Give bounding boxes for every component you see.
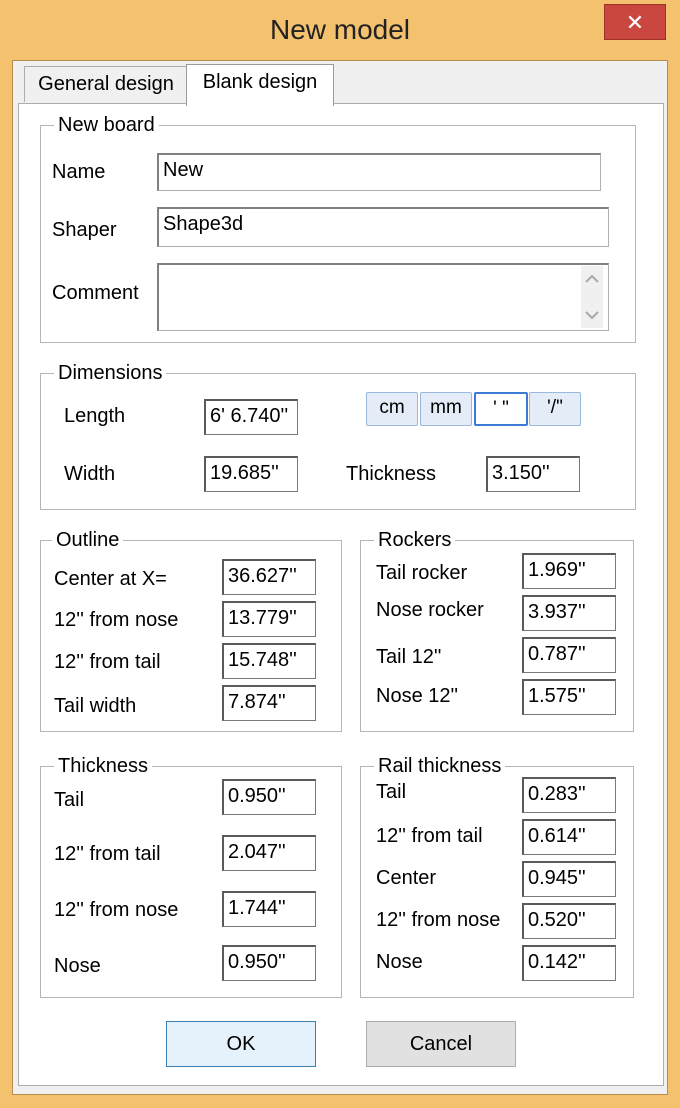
thickness-12-from-nose-field[interactable]: 1.744''	[222, 891, 316, 927]
tail-rocker-field[interactable]: 1.969''	[522, 553, 616, 589]
outline-center-field[interactable]: 36.627''	[222, 559, 316, 595]
rail-thickness-group-label: Rail thickness	[374, 755, 506, 777]
unit-cm-button[interactable]: cm	[366, 392, 418, 426]
shaper-label: Shaper	[52, 219, 117, 241]
rail-thickness-row-label: 12'' from tail	[376, 825, 483, 847]
tab-general-design[interactable]: General design	[24, 66, 188, 102]
unit-feet-fraction-button[interactable]: '/"	[529, 392, 581, 426]
thickness-row-label: 12'' from nose	[54, 899, 179, 921]
window-title: New model	[269, 14, 411, 45]
width-field[interactable]: 19.685''	[204, 456, 298, 492]
rockers-group-label: Rockers	[374, 529, 456, 551]
dimensions-group-label: Dimensions	[54, 362, 167, 384]
outline-12-from-tail-field[interactable]: 15.748''	[222, 643, 316, 679]
unit-mm-button[interactable]: mm	[420, 392, 472, 426]
tab-blank-design[interactable]: Blank design	[186, 64, 334, 106]
title-bar[interactable]: New model ✕	[0, 0, 680, 60]
name-field[interactable]: New	[157, 153, 601, 191]
rail-nose-field[interactable]: 0.142''	[522, 945, 616, 981]
rail-center-field[interactable]: 0.945''	[522, 861, 616, 897]
rail-tail-field[interactable]: 0.283''	[522, 777, 616, 813]
tail-12-field[interactable]: 0.787''	[522, 637, 616, 673]
rockers-row-label: Nose 12''	[376, 685, 459, 707]
close-button[interactable]: ✕	[604, 4, 666, 40]
dialog-window: New model ✕ General design Blank design …	[0, 0, 680, 1108]
nose-rocker-field[interactable]: 3.937''	[522, 595, 616, 631]
rail-12-from-nose-field[interactable]: 0.520''	[522, 903, 616, 939]
rail-12-from-tail-field[interactable]: 0.614''	[522, 819, 616, 855]
ok-button[interactable]: OK	[166, 1021, 316, 1067]
shaper-field[interactable]: Shape3d	[157, 207, 609, 247]
thickness-row-label: Tail	[54, 789, 85, 811]
outline-row-label: 12'' from tail	[54, 651, 161, 673]
tab-strip: General design Blank design	[18, 64, 664, 106]
thickness-tail-field[interactable]: 0.950''	[222, 779, 316, 815]
rockers-row-label: Tail 12''	[376, 646, 442, 668]
outline-12-from-nose-field[interactable]: 13.779''	[222, 601, 316, 637]
thickness-field[interactable]: 3.150''	[486, 456, 580, 492]
rail-thickness-row-label: Tail	[376, 781, 407, 803]
rockers-row-label: Tail rocker	[376, 562, 468, 584]
thickness-label: Thickness	[346, 463, 437, 485]
width-label: Width	[64, 463, 116, 485]
outline-group-label: Outline	[52, 529, 124, 551]
thickness-group-label: Thickness	[54, 755, 153, 777]
cancel-button[interactable]: Cancel	[366, 1021, 516, 1067]
outline-row-label: Tail width	[54, 695, 137, 717]
thickness-row-label: Nose	[54, 955, 101, 977]
name-label: Name	[52, 161, 106, 183]
rail-thickness-row-label: 12'' from nose	[376, 909, 501, 931]
outline-row-label: Center at X=	[54, 568, 167, 590]
rail-thickness-row-label: Nose	[376, 951, 423, 973]
thickness-row-label: 12'' from tail	[54, 843, 161, 865]
thickness-12-from-tail-field[interactable]: 2.047''	[222, 835, 316, 871]
unit-feet-inches-button[interactable]: ' "	[474, 392, 528, 426]
outline-tail-width-field[interactable]: 7.874''	[222, 685, 316, 721]
comment-label: Comment	[52, 282, 139, 304]
length-field[interactable]: 6' 6.740''	[204, 399, 298, 435]
rockers-row-label: Nose rocker	[376, 599, 484, 621]
length-label: Length	[64, 405, 126, 427]
scrollbar-arrows-icon	[585, 274, 599, 320]
new-board-group-label: New board	[54, 114, 159, 136]
nose-12-field[interactable]: 1.575''	[522, 679, 616, 715]
outline-row-label: 12'' from nose	[54, 609, 179, 631]
rail-thickness-row-label: Center	[376, 867, 437, 889]
thickness-nose-field[interactable]: 0.950''	[222, 945, 316, 981]
comment-field[interactable]	[157, 263, 609, 331]
comment-scrollbar[interactable]	[581, 266, 603, 328]
